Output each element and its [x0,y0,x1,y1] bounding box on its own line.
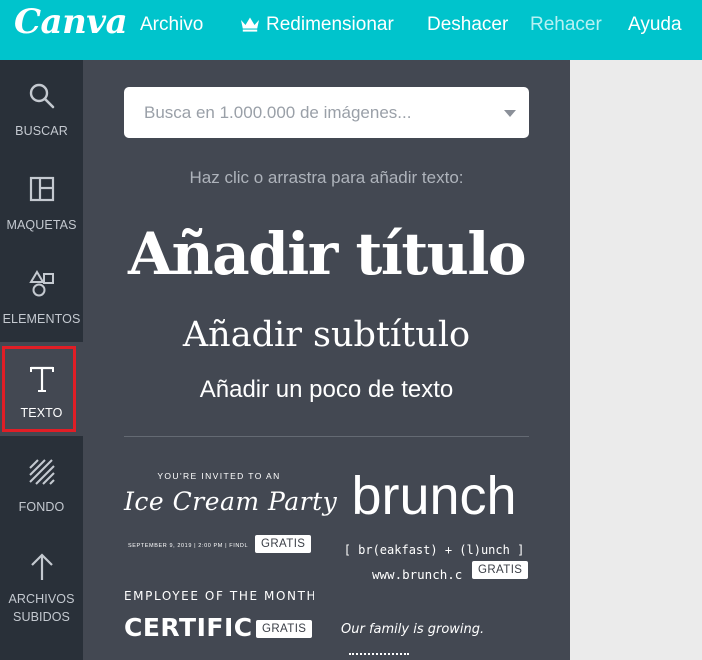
canva-logo[interactable]: Canva [14,2,128,42]
image-search [124,87,529,138]
search-input[interactable] [124,87,494,138]
top-bar: Canva Archivo Redimensionar Deshacer Reh… [0,0,702,60]
gratis-badge: GRATIS [255,535,312,553]
template-line: Ice Cream Party [124,487,338,516]
divider [124,436,529,437]
menu-redimensionar-label: Redimensionar [266,14,394,35]
template-line: brunch [351,466,517,526]
text-panel: Haz clic o arrastra para añadir texto: A… [83,60,570,660]
upload-icon [30,553,53,580]
search-icon [29,83,54,109]
menu-archivo[interactable]: Archivo [140,0,203,50]
menu-redimensionar[interactable]: Redimensionar [240,0,394,50]
chevron-down-icon[interactable] [504,110,516,117]
design-canvas-area[interactable] [570,60,702,660]
menu-ayuda[interactable]: Ayuda [628,0,682,50]
add-subtitle-button[interactable]: Añadir subtítulo [83,315,570,355]
add-text-hint: Haz clic o arrastra para añadir texto: [189,168,464,187]
sidebar-item-label: BUSCAR [15,124,68,138]
template-line: CERTIFIC [124,613,253,642]
sidebar-item-label: ELEMENTOS [2,312,81,326]
layout-icon [29,176,54,202]
sidebar-item-elementos[interactable]: ELEMENTOS [0,248,83,342]
text-template-brunch[interactable]: brunch [ br(eakfast) + (l)unch ] www.bru… [339,465,529,583]
menu-deshacer[interactable]: Deshacer [427,0,508,50]
gratis-badge: GRATIS [256,620,313,638]
sidebar-item-label: FONDO [18,500,65,514]
template-line: www.brunch.c [372,567,463,582]
template-line: SEPTEMBER 9, 2019 | 2:00 PM | FINDL [128,543,249,549]
template-decoration [349,653,409,656]
background-icon [28,459,55,485]
template-line: EMPLOYEE OF THE MONTH [124,589,314,603]
add-title-button[interactable]: Añadir título [83,220,570,288]
sidebar-item-label-line2: SUBIDOS [13,610,70,624]
sidebar-item-fondo[interactable]: FONDO [0,436,83,530]
sidebar-item-buscar[interactable]: BUSCAR [0,60,83,154]
crown-icon [240,2,260,52]
add-body-text-button[interactable]: Añadir un poco de texto [83,376,570,404]
active-item-highlight [2,346,76,432]
sidebar-item-label: MAQUETAS [6,218,77,232]
sidebar-item-maquetas[interactable]: MAQUETAS [0,154,83,248]
template-line: [ br(eakfast) + (l)unch ] [343,543,525,557]
gratis-badge: GRATIS [472,561,529,579]
text-template-ice-cream-party[interactable]: YOU'RE INVITED TO AN Ice Cream Party SEP… [124,465,338,555]
sidebar-item-label-line1: ARCHIVOS [8,592,75,606]
text-template-certificate[interactable]: EMPLOYEE OF THE MONTH CERTIFIC GRATIS [124,585,314,660]
text-template-family[interactable]: Our family is growing. [339,615,529,660]
template-line: YOU'RE INVITED TO AN [157,471,281,481]
template-line: Our family is growing. [341,622,485,637]
menu-rehacer[interactable]: Rehacer [530,0,602,50]
shapes-icon [28,270,54,297]
sidebar-item-archivos-subidos[interactable]: ARCHIVOS SUBIDOS [0,530,83,660]
